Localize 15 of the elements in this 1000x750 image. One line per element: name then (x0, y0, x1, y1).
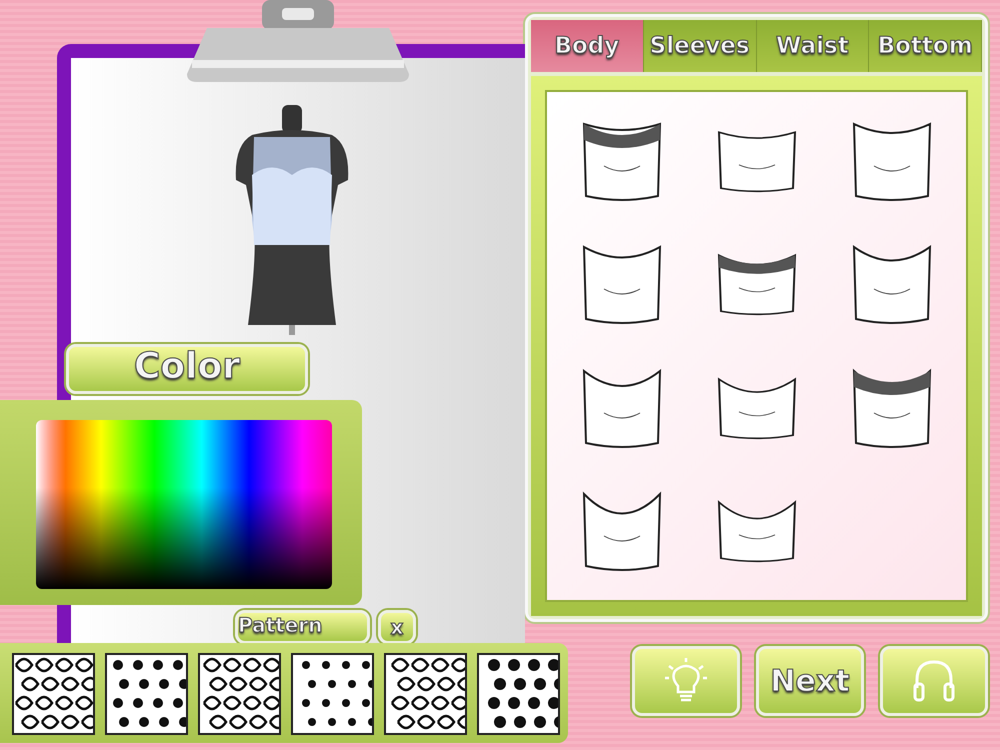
category-tab[interactable]: Body (531, 20, 644, 72)
color-spectrum[interactable] (36, 420, 332, 589)
close-button[interactable]: x (378, 610, 416, 644)
pattern-swatch[interactable] (291, 653, 374, 735)
category-tab[interactable]: Sleeves (644, 20, 756, 72)
pattern-swatch[interactable] (384, 653, 467, 735)
pattern-swatch[interactable] (105, 653, 188, 735)
category-tab[interactable]: Waist (756, 20, 870, 72)
category-tab[interactable]: Bottom (869, 20, 982, 72)
pattern-swatch[interactable] (198, 653, 281, 735)
color-heading: Color (66, 344, 308, 394)
pattern-swatch[interactable] (477, 653, 560, 735)
pattern-swatch[interactable] (12, 653, 95, 735)
next-button[interactable]: Next (756, 646, 864, 716)
pattern-heading: Pattern (235, 610, 370, 644)
